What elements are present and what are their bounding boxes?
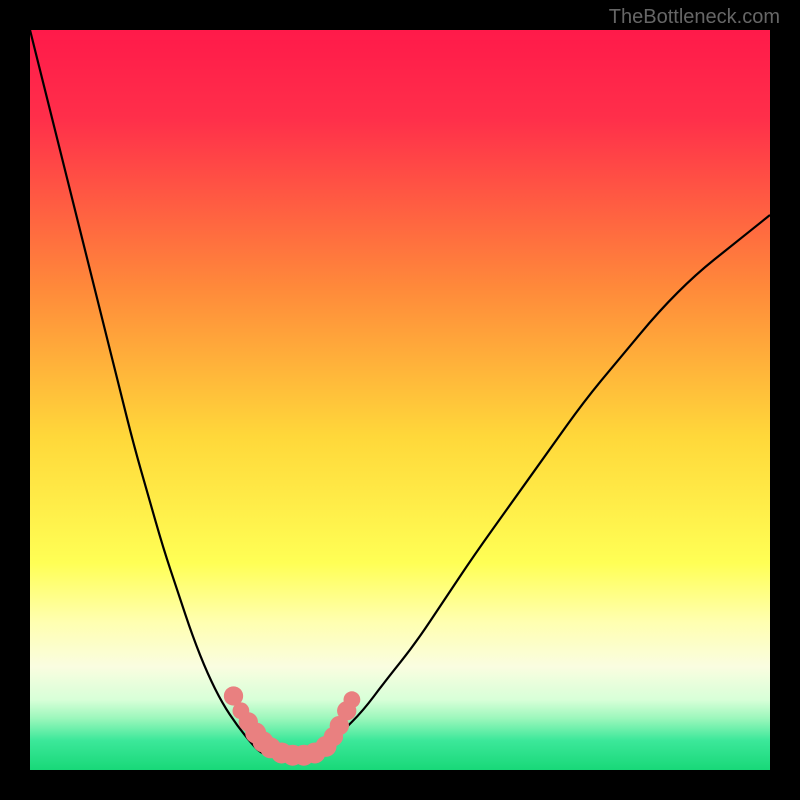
curve-markers xyxy=(224,686,360,765)
left-curve xyxy=(30,30,267,755)
chart-curves-layer xyxy=(30,30,770,770)
watermark-text: TheBottleneck.com xyxy=(609,6,780,29)
data-marker xyxy=(344,691,361,708)
right-curve xyxy=(311,215,770,755)
chart-plot-area xyxy=(30,30,770,770)
